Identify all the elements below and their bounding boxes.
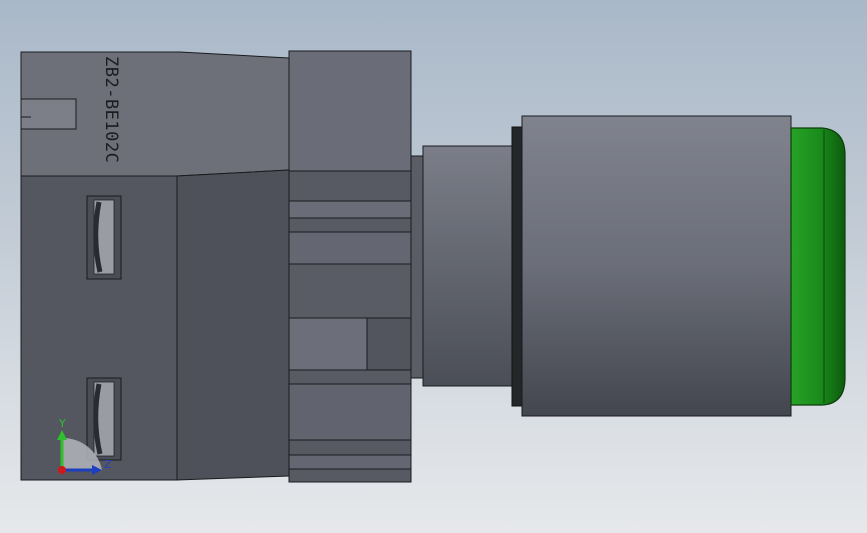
contact-block-slot [20,98,77,130]
mounting-collar [288,50,412,483]
z-axis-label: Z [104,458,112,471]
sealing-ring [511,126,524,407]
collar-neck [410,155,424,379]
y-axis-label: Y [58,417,66,430]
contact-block [20,51,290,481]
button-bezel [521,115,792,417]
green-push-button[interactable] [790,127,846,406]
cad-viewport[interactable]: ZB2-BE102C Y Z [0,0,867,533]
triad-origin [58,466,66,474]
actuator-shaft [422,145,514,387]
part-marking-label: ZB2-BE102C [101,56,121,163]
contact-block-side-face [176,169,290,481]
